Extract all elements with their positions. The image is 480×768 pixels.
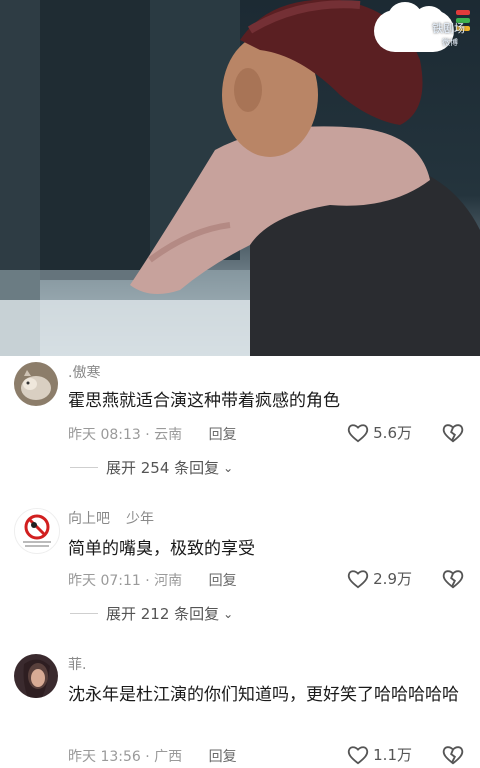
avatar[interactable] [14,508,60,554]
broken-heart-icon[interactable] [442,568,464,590]
username-text: 菲. [68,657,87,673]
avatar[interactable] [14,654,58,698]
like-count: 1.1万 [373,746,412,764]
comment-meta: 昨天 07:11 · 河南 回复 [68,570,237,590]
watermark-logo: 铁剧场 微博 [374,2,470,54]
comment-item: 向上吧 少年 简单的嘴臭，极致的享受 昨天 07:11 · 河南 回复 2.9万 … [0,504,480,634]
cat-photo-icon [14,362,58,406]
watermark-bar-red [456,10,470,15]
comment-item: 菲. 沈永年是杜江演的你们知道吗，更好笑了哈哈哈哈哈 昨天 13:56 · 广西… [0,652,480,768]
heart-icon [347,569,369,588]
heart-icon [347,745,369,764]
no-sign-icon [15,509,59,553]
reply-button[interactable]: 回复 [209,427,237,443]
like-count: 5.6万 [373,424,412,442]
chevron-down-icon: ⌄ [223,606,234,621]
woman-photo-icon [14,654,58,698]
comment-text: 霍思燕就适合演这种带着疯感的角色 [68,391,340,411]
comment-text: 简单的嘴臭，极致的享受 [68,539,255,559]
broken-heart-icon[interactable] [442,744,464,766]
username-tag: 少年 [126,511,154,527]
heart-icon [347,423,369,442]
comment-username[interactable]: 向上吧 少年 [68,508,154,528]
divider-line [70,613,98,614]
like-button[interactable]: 5.6万 [347,422,412,443]
like-button[interactable]: 2.9万 [347,568,412,589]
comment-item: .傲寒 霍思燕就适合演这种带着疯感的角色 昨天 08:13 · 云南 回复 5.… [0,356,480,486]
comment-time-location: 昨天 07:11 · 河南 [68,573,183,589]
expand-replies-label: 展开 254 条回复 [106,459,220,477]
comment-time-location: 昨天 13:56 · 广西 [68,749,183,765]
expand-replies-label: 展开 212 条回复 [106,605,220,623]
divider-line [70,467,98,468]
expand-replies-button[interactable]: 展开 254 条回复 ⌄ [70,457,233,478]
username-text: .傲寒 [68,365,101,381]
comment-username[interactable]: .傲寒 [68,362,100,382]
watermark-text: 铁剧场 [432,22,465,35]
reply-button[interactable]: 回复 [209,573,237,589]
like-button[interactable]: 1.1万 [347,744,412,765]
comment-time-location: 昨天 08:13 · 云南 [68,427,183,443]
reply-button[interactable]: 回复 [209,749,237,765]
avatar[interactable] [14,362,58,406]
comment-username[interactable]: 菲. [68,654,86,674]
comment-meta: 昨天 13:56 · 广西 回复 [68,746,237,766]
expand-replies-button[interactable]: 展开 212 条回复 ⌄ [70,603,233,624]
chevron-down-icon: ⌄ [223,460,234,475]
broken-heart-icon[interactable] [442,422,464,444]
video-still[interactable]: 铁剧场 微博 [0,0,480,356]
like-count: 2.9万 [373,570,412,588]
username-text: 向上吧 [68,511,110,527]
comment-text: 沈永年是杜江演的你们知道吗，更好笑了哈哈哈哈哈 [68,685,459,705]
comment-meta: 昨天 08:13 · 云南 回复 [68,424,237,444]
watermark-subtext: 微博 [442,38,458,47]
